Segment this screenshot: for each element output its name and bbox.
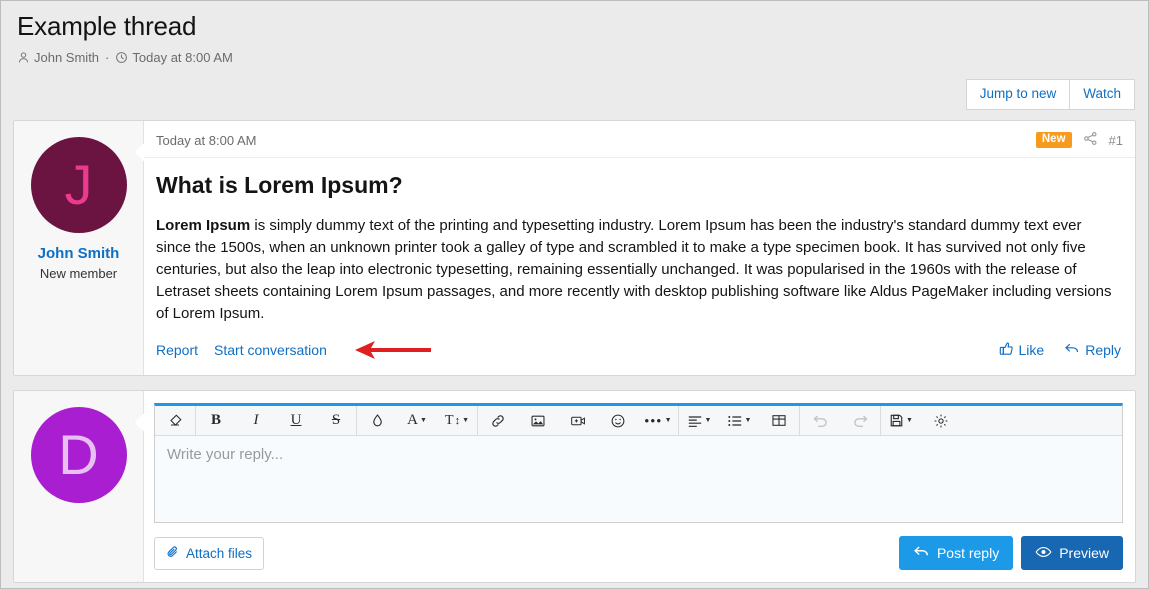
post-reply-label: Post reply (937, 545, 999, 561)
reply-arrow-icon (1064, 341, 1080, 359)
font-size-icon[interactable]: T↕▼ (437, 406, 477, 435)
table-icon[interactable] (759, 406, 799, 435)
settings-gear-icon[interactable] (921, 406, 961, 435)
author-name-link[interactable]: John Smith (20, 245, 137, 262)
editor-column: B I U S A▼ (144, 391, 1135, 582)
post-card: J John Smith New member Today at 8:00 AM… (13, 120, 1136, 376)
preview-label: Preview (1059, 545, 1109, 561)
byline-author: John Smith (34, 50, 99, 65)
reply-textarea[interactable]: Write your reply... (155, 436, 1122, 522)
remove-formatting-icon[interactable] (155, 406, 195, 435)
list-icon[interactable]: ▼ (719, 406, 759, 435)
image-icon[interactable] (518, 406, 558, 435)
status-badge: New (1036, 132, 1072, 149)
drafts-icon[interactable]: ▼ (881, 406, 921, 435)
paperclip-icon (166, 545, 180, 562)
thread-action-group: Jump to new Watch (966, 79, 1135, 110)
post-header-right: New #1 (1036, 131, 1123, 149)
post-number[interactable]: #1 (1109, 133, 1123, 148)
underline-icon[interactable]: U (276, 406, 316, 435)
reply-arrow-icon (913, 544, 930, 562)
align-icon[interactable]: ▼ (679, 406, 719, 435)
reply-author-notch (134, 413, 144, 431)
toolbar-group-text-style: A▼ T↕▼ (357, 406, 478, 435)
user-icon (17, 51, 30, 64)
text-color-drop-icon[interactable] (357, 406, 397, 435)
font-color-icon[interactable]: A▼ (397, 406, 437, 435)
video-icon[interactable] (558, 406, 598, 435)
attach-files-label: Attach files (186, 546, 252, 561)
post-reply-button[interactable]: Post reply (899, 536, 1013, 570)
watch-button[interactable]: Watch (1070, 79, 1135, 110)
post-footer: Report Start conversation (144, 329, 1135, 375)
author-title: New member (20, 266, 137, 281)
toolbar-group-basic: B I U S (196, 406, 357, 435)
undo-icon[interactable] (800, 406, 840, 435)
clock-icon (115, 51, 128, 64)
preview-button[interactable]: Preview (1021, 536, 1123, 570)
eye-icon (1035, 545, 1052, 562)
post-body: What is Lorem Ipsum? Lorem Ipsum is simp… (144, 158, 1135, 329)
strikethrough-icon[interactable]: S (316, 406, 356, 435)
start-conversation-link[interactable]: Start conversation (214, 342, 327, 358)
avatar[interactable]: D (31, 407, 127, 503)
editor-toolbar: B I U S A▼ (155, 406, 1122, 436)
thread-page: Example thread John Smith · Today at 8:0… (1, 11, 1148, 583)
post-footer-right: Like Reply (999, 341, 1121, 359)
thread-byline: John Smith · Today at 8:00 AM (17, 50, 1136, 65)
author-notch (134, 143, 144, 161)
editor-submit-group: Post reply Preview (899, 536, 1123, 570)
jump-to-new-button[interactable]: Jump to new (966, 79, 1071, 110)
attach-files-button[interactable]: Attach files (154, 537, 264, 570)
share-icon[interactable] (1083, 131, 1098, 149)
report-link[interactable]: Report (156, 342, 198, 358)
thumbs-up-icon (999, 341, 1014, 359)
reply-button[interactable]: Reply (1064, 341, 1121, 359)
toolbar-group-paragraph: ▼ ▼ (679, 406, 800, 435)
post-heading: What is Lorem Ipsum? (156, 172, 1119, 199)
post-footer-left: Report Start conversation (156, 339, 433, 361)
more-options-icon[interactable]: •••▼ (638, 406, 678, 435)
toolbar-group-history (800, 406, 881, 435)
avatar[interactable]: J (31, 137, 127, 233)
post-paragraph: Lorem Ipsum is simply dummy text of the … (156, 215, 1119, 325)
bold-icon[interactable]: B (196, 406, 236, 435)
page-title: Example thread (17, 11, 1136, 42)
redo-icon[interactable] (840, 406, 880, 435)
like-label: Like (1019, 342, 1045, 358)
like-button[interactable]: Like (999, 341, 1045, 359)
post-author-sidebar: J John Smith New member (14, 121, 144, 375)
editor-footer: Attach files Post reply (154, 536, 1123, 570)
toolbar-group-clear (155, 406, 196, 435)
left-arrow-annotation (353, 339, 433, 361)
link-icon[interactable] (478, 406, 518, 435)
italic-icon[interactable]: I (236, 406, 276, 435)
reply-editor-card: D B I U S (13, 390, 1136, 583)
thread-actions: Jump to new Watch (13, 79, 1135, 110)
post-timestamp[interactable]: Today at 8:00 AM (156, 133, 256, 148)
post-lead-bold: Lorem Ipsum (156, 217, 250, 234)
emoji-icon[interactable] (598, 406, 638, 435)
toolbar-group-insert: •••▼ (478, 406, 679, 435)
toolbar-group-drafts: ▼ (881, 406, 961, 435)
rich-text-editor: B I U S A▼ (154, 403, 1123, 523)
byline-timestamp: Today at 8:00 AM (132, 50, 232, 65)
reply-author-sidebar: D (14, 391, 144, 582)
post-header: Today at 8:00 AM New #1 (144, 121, 1135, 158)
post-paragraph-text: is simply dummy text of the printing and… (156, 217, 1112, 322)
reply-label: Reply (1085, 342, 1121, 358)
post-content-column: Today at 8:00 AM New #1 What is Lorem Ip… (144, 121, 1135, 375)
byline-separator: · (105, 50, 109, 65)
